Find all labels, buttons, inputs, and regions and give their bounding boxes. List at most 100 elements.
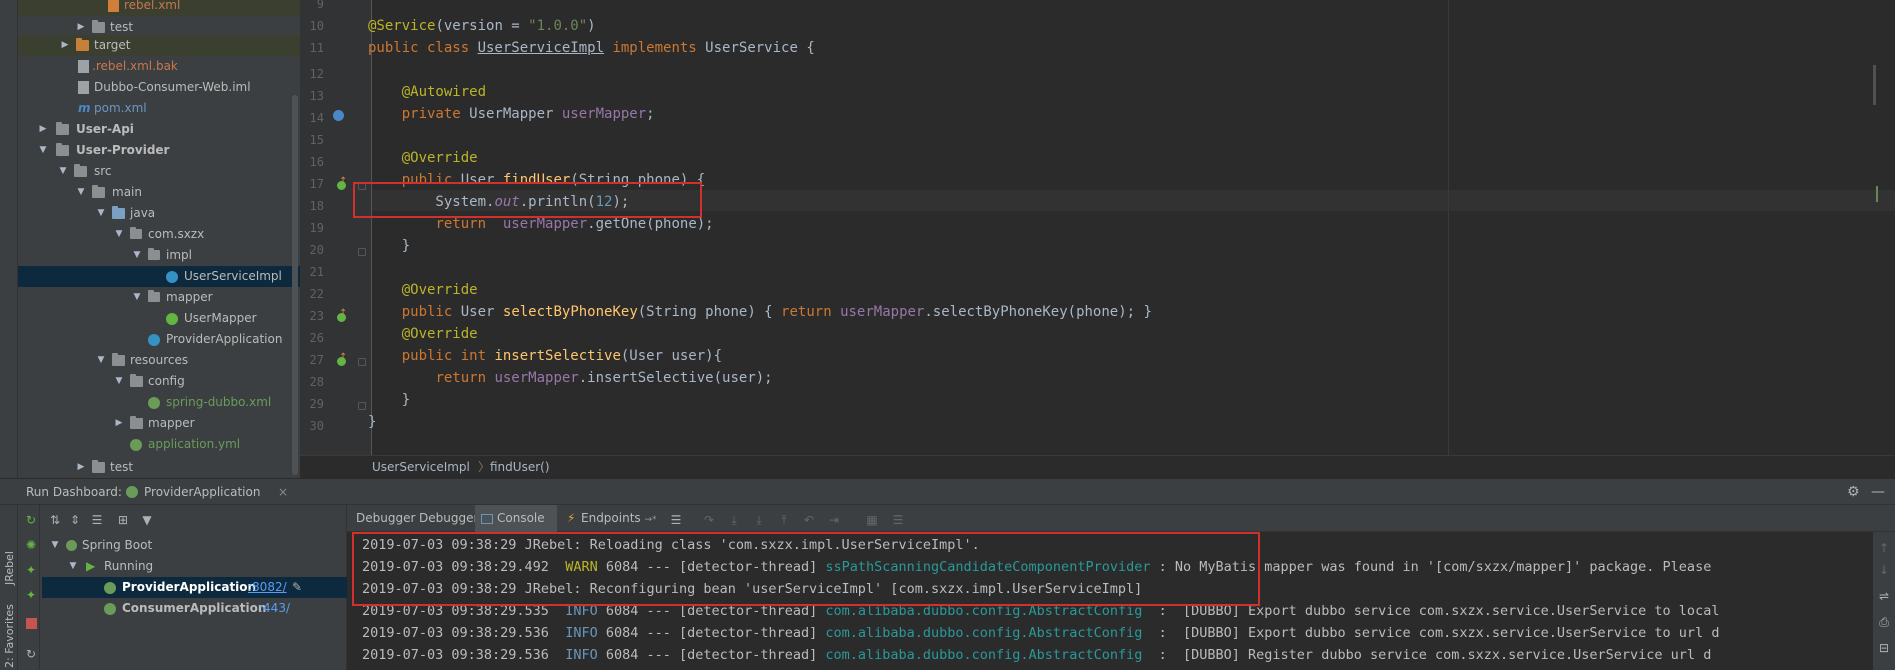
expand-arrow-icon[interactable]: ▶ bbox=[76, 457, 86, 478]
tab-close-icon[interactable]: × bbox=[278, 479, 288, 505]
autowired-bean-icon[interactable] bbox=[333, 110, 344, 121]
tree-item-iml[interactable]: Dubbo-Consumer-Web.iml bbox=[18, 77, 300, 98]
code-line[interactable]: } bbox=[368, 392, 410, 408]
collapse-arrow-icon[interactable]: ▼ bbox=[114, 224, 124, 245]
port-link[interactable]: :443/ bbox=[259, 598, 290, 619]
tree-item-spring-dubbo-xml[interactable]: spring-dubbo.xml bbox=[18, 392, 300, 413]
project-scrollbar[interactable] bbox=[292, 95, 298, 475]
tree-item-userserviceimpl[interactable]: UserServiceImpl bbox=[18, 266, 300, 287]
tree-item-user-api[interactable]: ▶ User-Api bbox=[18, 119, 300, 140]
print-icon[interactable]: ⎙ bbox=[1877, 616, 1891, 628]
expand-arrow-icon[interactable]: ▶ bbox=[60, 35, 70, 56]
edit-icon[interactable]: ✎ bbox=[292, 577, 302, 598]
tree-item-providerapplication[interactable]: ProviderApplication bbox=[18, 329, 300, 350]
expand-arrow-icon[interactable]: ▶ bbox=[38, 119, 48, 140]
tab-console[interactable]: Console →* bbox=[475, 505, 557, 552]
stop-icon[interactable] bbox=[26, 618, 37, 629]
tree-item-user-provider[interactable]: ▼ User-Provider bbox=[18, 140, 300, 161]
collapse-arrow-icon[interactable]: ▼ bbox=[96, 203, 106, 224]
minimize-icon[interactable]: — bbox=[1871, 479, 1885, 505]
step-into-icon[interactable]: ⤓ bbox=[727, 514, 741, 526]
breadcrumb-class[interactable]: UserServiceImpl bbox=[372, 456, 470, 478]
run-tree-consumer-application[interactable]: ConsumerApplication :443/ bbox=[42, 598, 347, 619]
editor-scroll-marker[interactable] bbox=[1873, 65, 1876, 105]
drop-frame-icon[interactable]: ↶ bbox=[802, 514, 816, 526]
collapse-arrow-icon[interactable]: ▼ bbox=[68, 556, 78, 577]
tree-item-usermapper[interactable]: UserMapper bbox=[18, 308, 300, 329]
tree-item-java[interactable]: ▼ java bbox=[18, 203, 300, 224]
code-line[interactable]: public int insertSelective(User user){ bbox=[368, 348, 722, 364]
collapse-arrow-icon[interactable]: ▼ bbox=[50, 535, 60, 556]
tab-debugger-1[interactable]: Debugger bbox=[356, 505, 415, 532]
jrebel-tool-tab[interactable]: JRebel bbox=[3, 551, 16, 585]
breadcrumb[interactable]: UserServiceImpl 〉 findUser() bbox=[300, 455, 1895, 478]
code-line[interactable]: @Override bbox=[368, 282, 478, 298]
code-line[interactable]: @Autowired bbox=[368, 84, 486, 100]
collapse-arrow-icon[interactable]: ▼ bbox=[114, 371, 124, 392]
project-tree[interactable]: rebel.xml ▶ test ▶ target .rebel.xml.bak… bbox=[18, 0, 300, 478]
tree-item-application-yml[interactable]: application.yml bbox=[18, 434, 300, 455]
tree-item-rebel-xml-bak[interactable]: .rebel.xml.bak bbox=[18, 56, 300, 77]
tree-item-test-bottom[interactable]: ▶ test bbox=[18, 457, 300, 478]
run-to-cursor-icon[interactable]: ⇥ bbox=[827, 514, 841, 526]
tab-debugger-2[interactable]: Debugger bbox=[419, 505, 478, 532]
breadcrumb-method[interactable]: findUser() bbox=[490, 456, 550, 478]
code-line[interactable]: @Service(version = "1.0.0") bbox=[368, 18, 596, 34]
code-line[interactable]: return userMapper.getOne(phone); bbox=[368, 216, 713, 232]
code-line[interactable]: @Override bbox=[368, 150, 478, 166]
tree-item-src[interactable]: ▼ src bbox=[18, 161, 300, 182]
collapse-arrow-icon[interactable]: ▼ bbox=[96, 350, 106, 371]
code-line[interactable]: } bbox=[368, 414, 376, 430]
collapse-arrow-icon[interactable]: ▼ bbox=[76, 182, 86, 203]
tree-item-com-sxzx[interactable]: ▼ com.sxzx bbox=[18, 224, 300, 245]
collapse-arrow-icon[interactable]: ▼ bbox=[132, 287, 142, 308]
code-line[interactable]: } bbox=[368, 238, 410, 254]
console-menu-icon[interactable]: ☰ bbox=[669, 514, 683, 526]
code-line[interactable]: private UserMapper userMapper; bbox=[368, 106, 655, 122]
collapse-arrow-icon[interactable]: ▼ bbox=[58, 161, 68, 182]
step-out-icon[interactable]: ⤒ bbox=[777, 514, 791, 526]
run-config-tab[interactable]: ProviderApplication bbox=[144, 479, 260, 505]
tree-item-config[interactable]: ▼ config bbox=[18, 371, 300, 392]
restart-icon[interactable]: ↻ bbox=[24, 648, 38, 660]
debug-icon[interactable]: ✺ bbox=[24, 539, 38, 551]
filter-icon[interactable]: ▼ bbox=[140, 514, 154, 526]
jrebel-run-icon[interactable]: ✦ bbox=[24, 564, 38, 576]
frames-icon[interactable]: ☰ bbox=[891, 514, 905, 526]
tree-item-target[interactable]: ▶ target bbox=[18, 35, 300, 56]
collapse-arrow-icon[interactable]: ▼ bbox=[38, 140, 48, 161]
force-step-into-icon[interactable]: ⤓ bbox=[752, 514, 766, 526]
tree-item-resources[interactable]: ▼ resources bbox=[18, 350, 300, 371]
code-line[interactable]: public User selectByPhoneKey(String phon… bbox=[368, 304, 1152, 320]
collapse-arrow-icon[interactable]: ▼ bbox=[132, 245, 142, 266]
code-line[interactable]: public class UserServiceImpl implements … bbox=[368, 40, 815, 56]
tree-item-impl[interactable]: ▼ impl bbox=[18, 245, 300, 266]
code-line[interactable]: return userMapper.insertSelective(user); bbox=[368, 370, 772, 386]
override-arrow-icon[interactable]: ↑ bbox=[339, 352, 348, 363]
run-tree-running[interactable]: ▼ ▶ Running bbox=[42, 556, 347, 577]
group-by-type-icon[interactable]: ⊞ bbox=[116, 514, 130, 526]
code-line[interactable]: @Override bbox=[368, 326, 478, 342]
gear-icon[interactable]: ⚙ bbox=[1847, 479, 1860, 505]
tree-item-mapper[interactable]: ▼ mapper bbox=[18, 287, 300, 308]
tree-item-rebel-xml[interactable]: rebel.xml bbox=[18, 0, 300, 16]
override-arrow-icon[interactable]: ↑ bbox=[339, 176, 348, 187]
jrebel-debug-icon[interactable]: ✦ bbox=[24, 589, 38, 601]
tree-item-pom-xml[interactable]: m pom.xml bbox=[18, 98, 300, 119]
soft-wrap-icon[interactable]: ⇌ bbox=[1877, 590, 1891, 602]
expand-arrow-icon[interactable]: ▶ bbox=[114, 413, 124, 434]
run-tree-spring-boot[interactable]: ▼ Spring Boot bbox=[42, 535, 347, 556]
tree-item-mapper-resources[interactable]: ▶ mapper bbox=[18, 413, 300, 434]
fold-marker-icon[interactable] bbox=[358, 248, 366, 256]
collapse-all-icon[interactable]: ⇕ bbox=[68, 514, 82, 526]
tab-endpoints[interactable]: ⚡ Endpoints →* bbox=[565, 505, 657, 532]
override-arrow-icon[interactable]: ↑ bbox=[339, 308, 348, 319]
scroll-up-icon[interactable]: ↑ bbox=[1877, 542, 1891, 554]
fold-marker-icon[interactable] bbox=[358, 358, 366, 366]
clear-all-icon[interactable]: ⊟ bbox=[1877, 642, 1891, 654]
rerun-icon[interactable]: ↻ bbox=[24, 514, 38, 526]
favorites-tool-tab[interactable]: 2: Favorites bbox=[3, 604, 16, 668]
tree-item-main[interactable]: ▼ main bbox=[18, 182, 300, 203]
evaluate-icon[interactable]: ▦ bbox=[865, 514, 879, 526]
run-tree-provider-application[interactable]: ProviderApplication :8082/ ✎ bbox=[42, 577, 347, 598]
